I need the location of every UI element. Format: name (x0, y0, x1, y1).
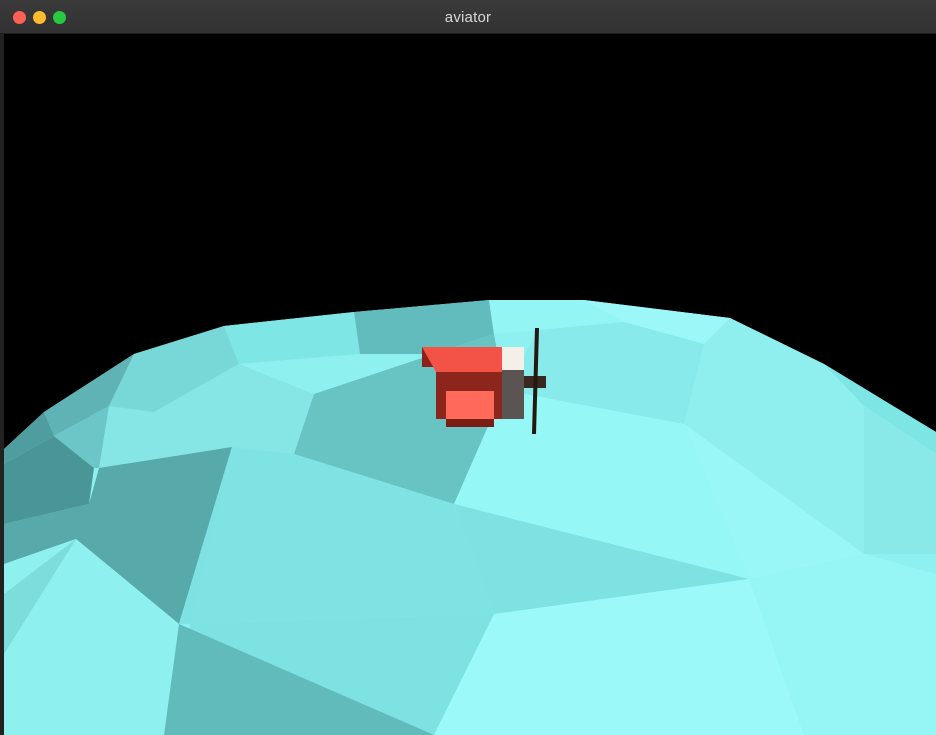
window-title: aviator (444, 9, 492, 26)
app-window: aviator (0, 0, 936, 735)
scene-svg (4, 34, 936, 735)
airplane-wing (446, 391, 494, 419)
airplane-engine (502, 370, 524, 419)
airplane-engine-top (502, 347, 524, 370)
airplane-cockpit-top (422, 347, 502, 372)
airplane-wing-edge (446, 419, 494, 427)
title-bar[interactable]: aviator (0, 0, 936, 34)
game-canvas[interactable] (4, 34, 936, 735)
